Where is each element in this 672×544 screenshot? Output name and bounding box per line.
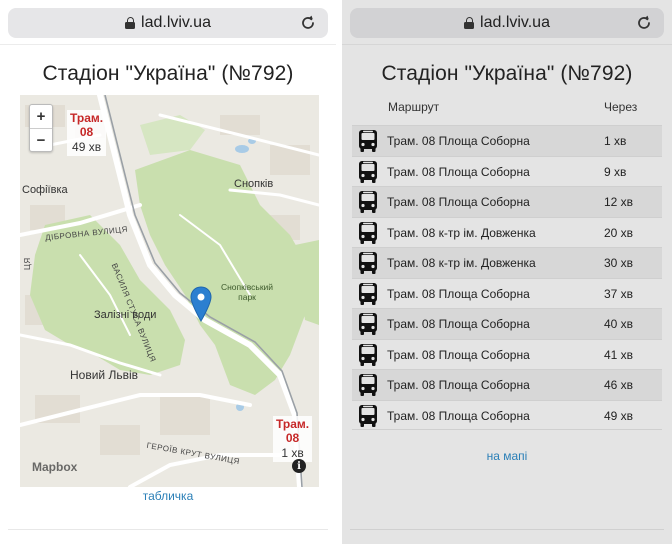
map-label-district: Новий Львів <box>70 368 138 382</box>
bus-icon <box>359 282 377 305</box>
column-header-eta: Через <box>604 100 638 114</box>
table-row[interactable]: Трам. 08 Площа Соборна 12 хв <box>352 186 662 217</box>
row-route: Трам. 08 Площа Соборна <box>387 378 530 392</box>
row-route: Трам. 08 Площа Соборна <box>387 195 530 209</box>
mapbox-logo: Mapbox <box>32 460 78 474</box>
row-eta: 12 хв <box>604 195 634 209</box>
table-row[interactable]: Трам. 08 Площа Соборна 40 хв <box>352 308 662 339</box>
row-eta: 46 хв <box>604 378 634 392</box>
table-row[interactable]: Трам. 08 Площа Соборна 1 хв <box>352 125 662 156</box>
url-text: lad.lviv.ua <box>141 14 211 31</box>
url-field[interactable]: lad.lviv.ua <box>350 8 664 38</box>
lock-icon <box>125 17 136 29</box>
map-view-link[interactable]: на мапі <box>342 449 672 463</box>
bus-icon <box>359 221 377 244</box>
arrivals-table: Трам. 08 Площа Соборна 1 хв Трам. 08 Площа… <box>352 125 662 430</box>
row-route: Трам. 08 к-тр ім. Довженка <box>387 225 536 240</box>
bus-icon <box>359 191 377 213</box>
url-text: lad.lviv.ua <box>480 14 550 31</box>
lock-icon <box>464 17 475 29</box>
row-eta: 9 хв <box>604 164 627 179</box>
column-header-route: Маршрут <box>388 100 440 114</box>
table-row[interactable]: Трам. 08 к-тр ім. Довженка 30 хв <box>352 247 662 278</box>
bus-icon <box>359 160 377 183</box>
row-route: Трам. 08 Площа Соборна <box>387 408 530 423</box>
map-label-park: Снопківський парк <box>220 282 274 302</box>
vehicle-marker[interactable]: Трам. 08 1 хв <box>273 416 313 462</box>
map-label-district: Залізні води <box>94 309 157 321</box>
zoom-in-button[interactable]: + <box>30 105 52 128</box>
table-view-screen: lad.lviv.ua Стадіон "Україна" (№792) Мар… <box>342 0 672 544</box>
row-route: Трам. 08 Площа Соборна <box>387 347 530 362</box>
bus-icon <box>359 343 377 366</box>
reload-icon[interactable] <box>634 13 654 33</box>
bus-icon <box>359 313 377 335</box>
table-row[interactable]: Трам. 08 Площа Соборна 41 хв <box>352 338 662 370</box>
map-label-district: Снопків <box>234 178 274 190</box>
browser-address-bar[interactable]: lad.lviv.ua <box>350 8 664 38</box>
bus-icon <box>359 374 377 396</box>
page-title: Стадіон "Україна" (№792) <box>381 62 633 85</box>
bus-icon <box>359 404 377 427</box>
map-label-street: ЦЯ <box>23 257 32 270</box>
page-title: Стадіон "Україна" (№792) <box>42 62 294 85</box>
table-row[interactable]: Трам. 08 Площа Соборна 9 хв <box>352 155 662 187</box>
row-eta: 1 хв <box>604 134 627 148</box>
table-view-link[interactable]: табличка <box>0 489 336 503</box>
row-eta: 40 хв <box>604 317 634 331</box>
bus-icon <box>359 252 377 274</box>
browser-address-bar[interactable]: lad.lviv.ua <box>8 8 328 38</box>
info-icon[interactable]: i <box>292 459 306 473</box>
row-eta: 49 хв <box>604 408 634 423</box>
row-route: Трам. 08 Площа Соборна <box>387 134 530 148</box>
row-eta: 37 хв <box>604 286 634 301</box>
map-view-screen: lad.lviv.ua Стадіон "Україна" (№792) + −… <box>0 0 336 544</box>
row-route: Трам. 08 Площа Соборна <box>387 317 530 331</box>
map-pin-icon[interactable] <box>190 286 212 322</box>
row-eta: 41 хв <box>604 347 634 362</box>
row-route: Трам. 08 к-тр ім. Довженка <box>387 256 536 270</box>
bus-icon <box>359 130 377 152</box>
reload-icon[interactable] <box>298 13 318 33</box>
url-field[interactable]: lad.lviv.ua <box>8 8 328 38</box>
table-row[interactable]: Трам. 08 Площа Соборна 46 хв <box>352 369 662 400</box>
row-eta: 30 хв <box>604 256 634 270</box>
zoom-out-button[interactable]: − <box>30 128 52 151</box>
table-row[interactable]: Трам. 08 Площа Соборна 49 хв <box>352 399 662 430</box>
row-route: Трам. 08 Площа Соборна <box>387 286 530 301</box>
table-row[interactable]: Трам. 08 Площа Соборна 37 хв <box>352 277 662 309</box>
zoom-control: + − <box>29 104 53 152</box>
row-eta: 20 хв <box>604 225 634 240</box>
map-label-district: Софіївка <box>22 184 68 196</box>
table-row[interactable]: Трам. 08 к-тр ім. Довженка 20 хв <box>352 216 662 248</box>
vehicle-marker[interactable]: Трам. 08 49 хв <box>67 110 107 156</box>
row-route: Трам. 08 Площа Соборна <box>387 164 530 179</box>
